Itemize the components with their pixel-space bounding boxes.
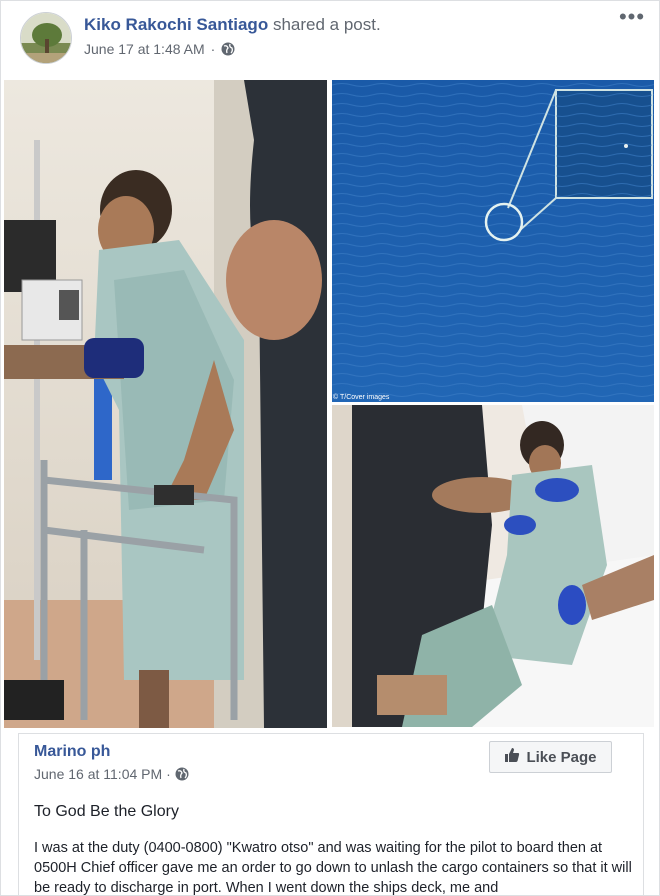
photo-credit: © T/Cover images bbox=[333, 394, 390, 401]
globe-icon[interactable] bbox=[175, 767, 189, 781]
facebook-post-card: Kiko Rakochi Santiago shared a post. Jun… bbox=[0, 0, 660, 896]
post-meta: June 17 at 1:48 AM · bbox=[84, 41, 235, 57]
author-avatar[interactable] bbox=[20, 12, 72, 64]
shared-post-meta: June 16 at 11:04 PM · bbox=[34, 766, 189, 782]
globe-icon[interactable] bbox=[221, 42, 235, 56]
shared-post-timestamp[interactable]: June 16 at 11:04 PM bbox=[34, 766, 162, 782]
post-photo-hospital-walker[interactable] bbox=[4, 80, 327, 728]
thumbs-up-icon bbox=[504, 747, 520, 767]
post-photo-ocean[interactable]: © T/Cover images bbox=[332, 80, 654, 402]
like-page-label: Like Page bbox=[526, 748, 597, 766]
meta-separator: · bbox=[210, 41, 216, 57]
shared-post: Marino ph June 16 at 11:04 PM · Like Pag… bbox=[18, 733, 644, 896]
shared-post-title: To God Be the Glory bbox=[34, 803, 179, 820]
post-header: Kiko Rakochi Santiago shared a post. Jun… bbox=[1, 1, 659, 77]
author-name[interactable]: Kiko Rakochi Santiago bbox=[84, 15, 268, 34]
more-options-icon[interactable]: ••• bbox=[618, 6, 646, 30]
shared-post-body: I was at the duty (0400-0800) "Kwatro ot… bbox=[34, 840, 632, 896]
post-timestamp[interactable]: June 17 at 1:48 AM bbox=[84, 41, 205, 57]
post-photo-hospital-bed[interactable] bbox=[332, 405, 654, 727]
meta-separator: · bbox=[166, 766, 171, 782]
like-page-button[interactable]: Like Page bbox=[489, 741, 612, 773]
shared-page-name[interactable]: Marino ph bbox=[34, 743, 110, 761]
post-action-text: shared a post. bbox=[272, 15, 381, 34]
post-author-line: Kiko Rakochi Santiago shared a post. bbox=[84, 15, 381, 35]
